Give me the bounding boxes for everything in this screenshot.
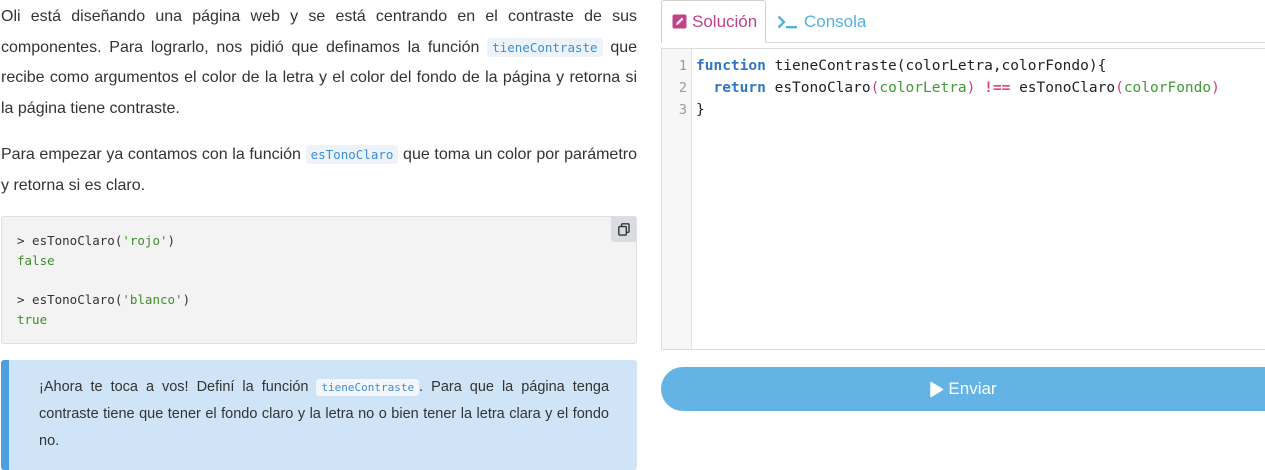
- code-line-3: }: [696, 102, 705, 118]
- line-number: 3: [678, 102, 687, 118]
- intro-paragraph: Oli está diseñando una página web y se e…: [1, 2, 637, 124]
- tab-solution[interactable]: Solución: [661, 0, 766, 43]
- code-line-2: return esTonoClaro(colorLetra) !== esTon…: [713, 80, 1220, 96]
- callout-inline-code: tieneContraste: [316, 379, 420, 396]
- helper-text-1: Para empezar ya contamos con la función: [1, 146, 306, 163]
- tab-console[interactable]: Consola: [767, 0, 876, 43]
- line-number-gutter: 1 2 3: [662, 49, 692, 349]
- editor-tabs: Solución Consola: [661, 0, 1265, 43]
- helper-paragraph: Para empezar ya contamos con la función …: [1, 140, 637, 201]
- line-number: 1: [678, 58, 687, 74]
- code-line-1: function tieneContraste(colorLetra,color…: [696, 58, 1107, 74]
- tab-solution-label: Solución: [692, 11, 758, 31]
- play-icon: [929, 381, 944, 398]
- example-call-1: > esTonoClaro('rojo'): [17, 233, 176, 248]
- submit-button[interactable]: Enviar: [661, 367, 1265, 411]
- terminal-icon: [777, 15, 799, 29]
- callout-text-1: ¡Ahora te toca a vos! Definí la función: [39, 379, 317, 395]
- code-editor[interactable]: 1 2 3 function tieneContraste(colorLetra…: [661, 48, 1265, 350]
- submit-label: Enviar: [948, 379, 997, 398]
- solution-panel: Solución Consola 1 2 3 function tieneCon…: [661, 0, 1265, 470]
- example-result-2: true: [17, 311, 48, 327]
- inline-code-tieneContraste: tieneContraste: [487, 37, 603, 57]
- example-result-1: false: [17, 252, 55, 268]
- example-blank-line: [17, 270, 621, 290]
- example-code-block: > esTonoClaro('rojo') false > esTonoClar…: [1, 216, 637, 344]
- copy-button[interactable]: [611, 217, 636, 242]
- example-call-2: > esTonoClaro('blanco'): [17, 292, 191, 308]
- copy-icon: [617, 223, 630, 236]
- inline-code-esTonoClaro: esTonoClaro: [305, 145, 399, 164]
- code-content[interactable]: function tieneContraste(colorLetra,color…: [696, 55, 1220, 121]
- pencil-icon: [672, 14, 687, 29]
- task-callout: ¡Ahora te toca a vos! Definí la función …: [1, 360, 637, 470]
- line-number: 2: [678, 80, 687, 96]
- tab-console-label: Consola: [804, 11, 867, 31]
